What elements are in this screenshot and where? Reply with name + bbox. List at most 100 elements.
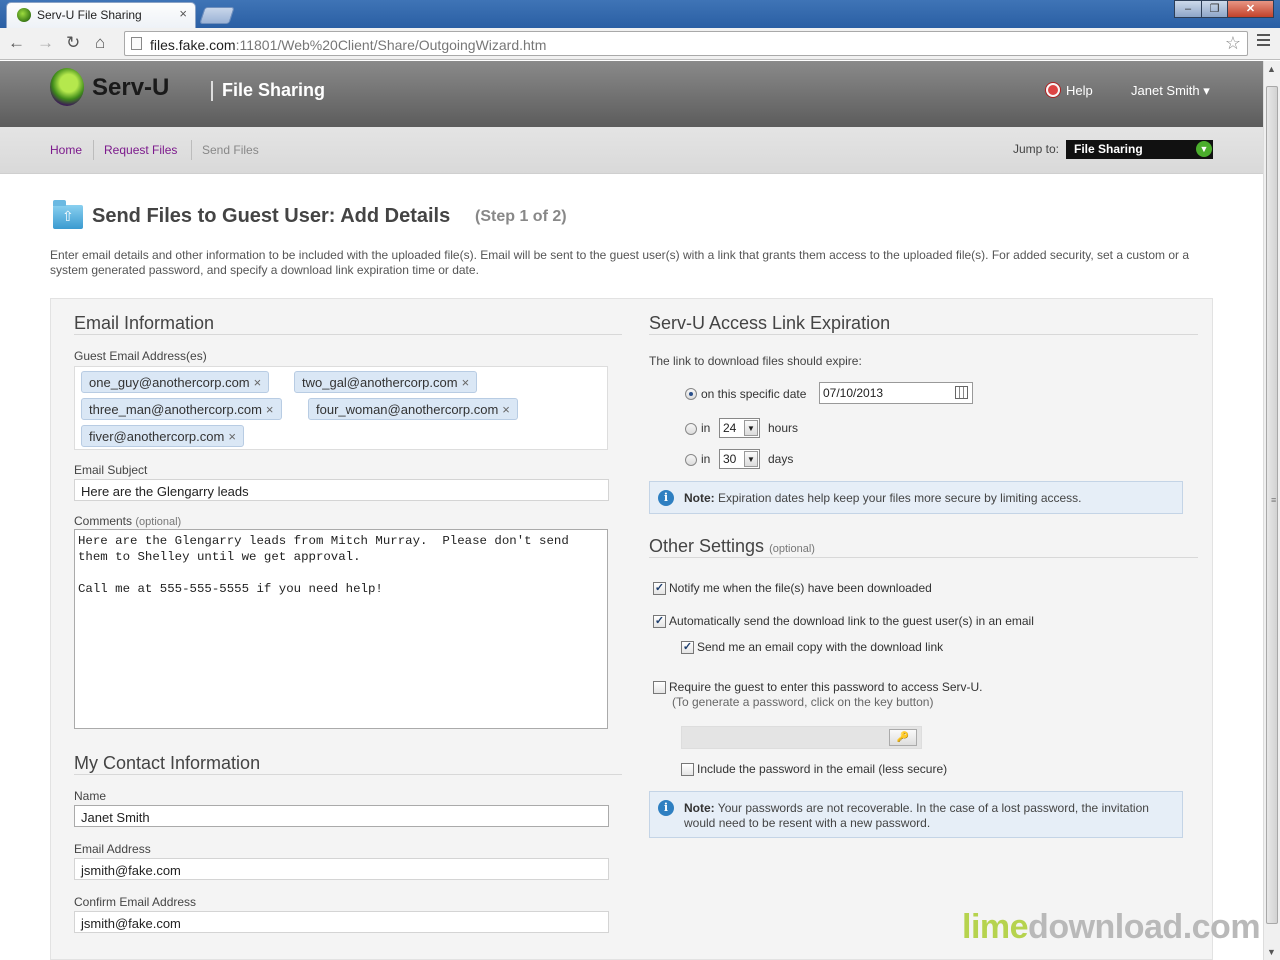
help-lifebuoy-icon[interactable] [1046, 83, 1060, 97]
email-chip: four_woman@anothercorp.com × [308, 398, 518, 420]
note-body: Expiration dates help keep your files mo… [718, 491, 1082, 505]
notify-download-checkbox[interactable]: ✓ [653, 582, 666, 595]
days-select[interactable]: 30 ▼ [719, 449, 760, 469]
new-tab-button[interactable] [199, 7, 235, 24]
sub-navigation: Home Request Files Send Files Jump to: F… [0, 127, 1263, 174]
email-chip-text: three_man@anothercorp.com [89, 402, 262, 417]
comments-label-text: Comments [74, 514, 133, 528]
window-close-button[interactable]: ✕ [1227, 0, 1274, 18]
info-icon: i [658, 800, 674, 816]
expiration-note-text: Note: Expiration dates help keep your fi… [684, 491, 1082, 506]
watermark-part1: lime [962, 908, 1029, 946]
include-password-checkbox[interactable] [681, 763, 694, 776]
name-label: Name [74, 789, 107, 803]
url-host: files.fake.com [150, 37, 236, 53]
comments-textarea[interactable]: Here are the Glengarry leads from Mitch … [74, 529, 608, 729]
password-hint: (To generate a password, click on the ke… [672, 695, 934, 709]
watermark-part2: download.com [1028, 908, 1261, 946]
nav-send-files-link[interactable]: Send Files [202, 143, 259, 157]
note-bold: Note: [684, 801, 715, 815]
servu-favicon-icon [17, 8, 31, 22]
require-password-checkbox[interactable] [653, 681, 666, 694]
bookmark-star-icon[interactable]: ☆ [1225, 33, 1241, 54]
jump-to-value: File Sharing [1074, 142, 1143, 156]
forward-arrow-icon[interactable]: → [37, 33, 54, 53]
confirm-email-label: Confirm Email Address [74, 895, 197, 909]
optional-tag: (optional) [135, 516, 182, 528]
hours-select[interactable]: 24 ▼ [719, 418, 760, 438]
browser-titlebar: Serv-U File Sharing × ‒ ❐ ✕ [0, 0, 1280, 28]
email-chip: one_guy@anothercorp.com × [81, 371, 270, 393]
home-icon[interactable]: ⌂ [95, 33, 105, 53]
scroll-up-arrow-icon[interactable]: ▲ [1267, 64, 1276, 74]
tab-close-icon[interactable]: × [179, 6, 187, 21]
expire-date-radio[interactable] [685, 388, 697, 400]
expire-days-in-label: in [701, 452, 711, 466]
window-minimize-button[interactable]: ‒ [1174, 0, 1202, 18]
remove-chip-icon[interactable]: × [228, 429, 236, 444]
app-header: Serv-U File Sharing Help Janet Smith ▾ [0, 61, 1263, 127]
email-address-label: Email Address [74, 842, 151, 856]
guest-emails-field[interactable]: one_guy@anothercorp.com × two_gal@another… [74, 366, 608, 450]
expiration-note: i Note: Expiration dates help keep your … [649, 481, 1183, 514]
page-scrollbar[interactable]: ▲ ≡ ▼ [1263, 61, 1280, 960]
include-password-label: Include the password in the email (less … [697, 762, 948, 776]
calendar-icon[interactable] [955, 386, 968, 399]
section-divider [649, 334, 1198, 335]
note-bold: Note: [684, 491, 715, 505]
logo-text: Serv-U [92, 74, 170, 101]
expiration-date-input[interactable]: 07/10/2013 [819, 382, 973, 404]
nav-divider [191, 140, 192, 160]
remove-chip-icon[interactable]: × [254, 375, 262, 390]
browser-toolbar: ← → ↻ ⌂ files.fake.com:11801/Web%20Clien… [0, 28, 1280, 60]
remove-chip-icon[interactable]: × [462, 375, 470, 390]
page-title: Send Files to Guest User: Add Details [92, 205, 451, 227]
browser-tab[interactable]: Serv-U File Sharing × [6, 2, 196, 28]
scroll-down-arrow-icon[interactable]: ▼ [1267, 947, 1276, 957]
expiration-intro: The link to download files should expire… [649, 354, 862, 368]
user-menu[interactable]: Janet Smith ▾ [1131, 83, 1210, 99]
dropdown-arrow-icon[interactable]: ▼ [744, 420, 758, 436]
guest-emails-label: Guest Email Address(es) [74, 349, 207, 363]
window-maximize-button[interactable]: ❐ [1201, 0, 1228, 18]
watermark-logo: limedownload.com [962, 908, 1261, 947]
auto-send-checkbox[interactable]: ✓ [653, 615, 666, 628]
dropdown-arrow-icon[interactable]: ▼ [744, 451, 758, 467]
nav-request-files-link[interactable]: Request Files [104, 143, 177, 157]
days-value: 30 [723, 452, 737, 466]
password-note: i Note: Your passwords are not recoverab… [649, 791, 1183, 838]
send-copy-checkbox[interactable]: ✓ [681, 641, 694, 654]
email-chip-text: fiver@anothercorp.com [89, 429, 225, 444]
auto-send-label: Automatically send the download link to … [669, 614, 1034, 628]
dropdown-arrow-icon[interactable]: ▼ [1196, 141, 1212, 157]
generate-password-key-icon[interactable]: 🔑 [889, 729, 917, 746]
remove-chip-icon[interactable]: × [502, 402, 510, 417]
remove-chip-icon[interactable]: × [266, 402, 274, 417]
scroll-thumb[interactable]: ≡ [1266, 86, 1278, 924]
expire-days-radio[interactable] [685, 454, 697, 466]
nav-home-link[interactable]: Home [50, 143, 82, 157]
days-unit-label: days [768, 452, 794, 466]
email-subject-input[interactable]: Here are the Glengarry leads [74, 479, 609, 501]
email-address-input[interactable]: jsmith@fake.com [74, 858, 609, 880]
expire-hours-radio[interactable] [685, 423, 697, 435]
expire-hours-in-label: in [701, 421, 711, 435]
help-link[interactable]: Help [1066, 83, 1093, 98]
address-bar[interactable]: files.fake.com:11801/Web%20Client/Share/… [124, 31, 1248, 56]
name-input[interactable]: Janet Smith [74, 805, 609, 827]
header-title: File Sharing [222, 80, 326, 100]
optional-tag: (optional) [769, 543, 815, 555]
url-text: files.fake.com:11801/Web%20Client/Share/… [150, 37, 546, 53]
send-copy-label: Send me an email copy with the download … [697, 640, 944, 654]
notify-download-label: Notify me when the file(s) have been dow… [669, 581, 932, 595]
contact-info-heading: My Contact Information [74, 753, 261, 773]
require-password-label: Require the guest to enter this password… [669, 680, 983, 694]
confirm-email-input[interactable]: jsmith@fake.com [74, 911, 609, 933]
other-settings-title: Other Settings [649, 536, 765, 556]
password-input[interactable]: 🔑 [681, 726, 922, 749]
browser-menu-icon[interactable] [1257, 34, 1270, 49]
reload-icon[interactable]: ↻ [66, 33, 80, 53]
jump-to-select[interactable]: File Sharing ▼ [1066, 140, 1213, 159]
password-note-text: Note: Your passwords are not recoverable… [684, 801, 1164, 831]
back-arrow-icon[interactable]: ← [8, 33, 25, 53]
